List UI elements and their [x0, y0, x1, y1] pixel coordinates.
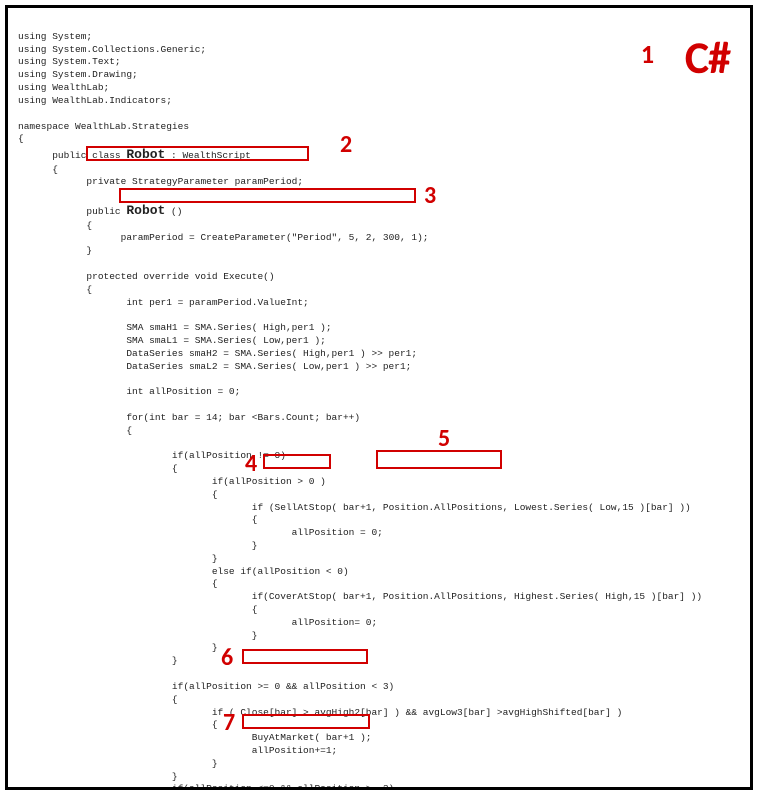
using-line: using WealthLab.Indicators;	[18, 95, 172, 106]
indent	[18, 176, 86, 187]
brace: }	[18, 630, 257, 641]
brace: }	[18, 553, 218, 564]
brace: }	[18, 758, 218, 769]
brace: }	[18, 655, 178, 666]
position-allpositions: Position.AllPositions,	[383, 502, 508, 513]
code-text: bar+1,	[337, 502, 383, 513]
brace: {	[18, 578, 218, 589]
code-line: if(allPosition > 0 )	[18, 476, 326, 487]
code-line: if(CoverAtStop( bar+1, Position.AllPosit…	[18, 591, 702, 602]
code-line: if(allPosition >= 0 && allPosition < 3)	[18, 681, 394, 692]
code-line: for(int bar = 14; bar <Bars.Count; bar++…	[18, 412, 360, 423]
code-line: if ( Close[bar] > avgHigh2[bar] ) && avg…	[18, 707, 622, 718]
using-line: using System.Text;	[18, 56, 121, 67]
class-name: Robot	[126, 147, 165, 162]
brace: {	[18, 284, 92, 295]
brace: {	[18, 425, 132, 436]
brace: }	[18, 771, 178, 782]
code-line: allPosition= 0;	[18, 617, 377, 628]
brace: }	[18, 540, 257, 551]
brace: {	[18, 489, 218, 500]
using-line: using System.Drawing;	[18, 69, 138, 80]
indent	[18, 232, 121, 243]
indent	[18, 732, 252, 743]
ctor-keyword: public	[86, 206, 126, 217]
brace: {	[18, 164, 58, 175]
using-line: using System.Collections.Generic;	[18, 44, 206, 55]
code-block: using System; using System.Collections.G…	[18, 18, 740, 790]
ctor-paren: ()	[165, 206, 182, 217]
brace: }	[18, 642, 218, 653]
brace: {	[18, 719, 218, 730]
class-keyword: public class	[52, 150, 126, 161]
code-line: DataSeries smaH2 = SMA.Series( High,per1…	[18, 348, 417, 359]
brace: }	[18, 245, 92, 256]
code-line: allPosition = 0;	[18, 527, 383, 538]
brace: {	[18, 514, 257, 525]
code-line: if(allPosition <=0 && allPosition > -3)	[18, 783, 394, 790]
code-line: int per1 = paramPeriod.ValueInt;	[18, 297, 309, 308]
buy-at-market: BuyAtMarket( bar+1 );	[252, 732, 372, 743]
code-line: allPosition+=1;	[18, 745, 337, 756]
indent	[18, 206, 86, 217]
brace: {	[18, 220, 92, 231]
brace: {	[18, 463, 178, 474]
brace: {	[18, 604, 257, 615]
class-base: : WealthScript	[165, 150, 251, 161]
using-line: using System;	[18, 31, 92, 42]
using-line: using WealthLab;	[18, 82, 109, 93]
brace: {	[18, 694, 178, 705]
code-text: Lowest.Series( Low,15 )[bar] ))	[508, 502, 690, 513]
code-line: SMA smaH1 = SMA.Series( High,per1 );	[18, 322, 332, 333]
indent: if	[18, 502, 269, 513]
field-declaration: private StrategyParameter paramPeriod;	[86, 176, 303, 187]
code-line: SMA smaL1 = SMA.Series( Low,per1 );	[18, 335, 326, 346]
brace: {	[18, 133, 24, 144]
execute-decl: protected override void Execute()	[18, 271, 275, 282]
namespace-line: namespace WealthLab.Strategies	[18, 121, 189, 132]
code-line: else if(allPosition < 0)	[18, 566, 349, 577]
code-line: int allPosition = 0;	[18, 386, 240, 397]
ctor-name: Robot	[126, 203, 165, 218]
sell-at-stop: (SellAtStop(	[269, 502, 337, 513]
code-line: if(allPosition != 0)	[18, 450, 286, 461]
code-frame: using System; using System.Collections.G…	[5, 5, 753, 790]
ctor-body: paramPeriod = CreateParameter("Period", …	[121, 232, 429, 243]
code-line: DataSeries smaL2 = SMA.Series( Low,per1 …	[18, 361, 411, 372]
